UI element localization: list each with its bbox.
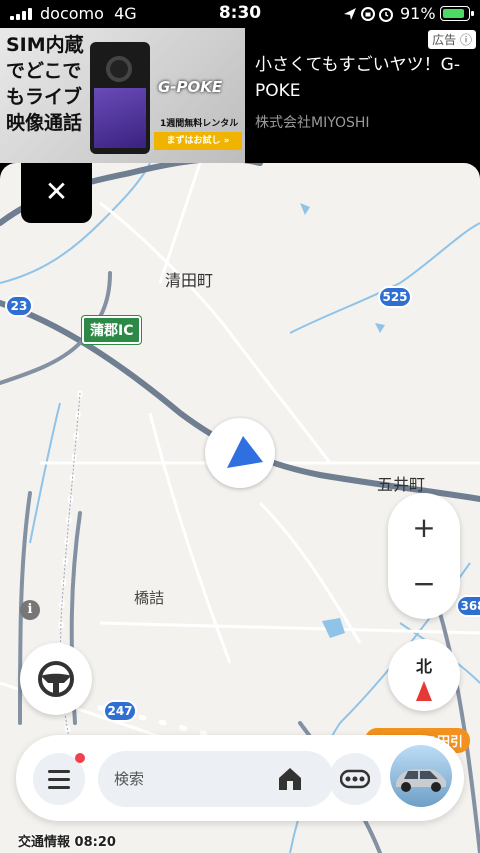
steering-wheel-icon	[38, 661, 74, 697]
route-shield-247: 247	[103, 700, 137, 722]
zoom-control: + −	[388, 493, 460, 619]
ad-title[interactable]: 小さくてもすごいヤツ！G-POKE	[255, 52, 470, 104]
route-shield-525: 525	[378, 286, 412, 308]
traffic-button[interactable]	[329, 753, 381, 805]
notification-dot	[75, 753, 85, 763]
compass-button[interactable]: 北	[388, 639, 460, 711]
zoom-in-button[interactable]: +	[388, 503, 460, 553]
ad-banner[interactable]: SIM内蔵でどこでもライブ映像通話 G-POKE 1週間無料レンタル まずはお試…	[0, 28, 480, 163]
status-bar: docomo 4G 8:30 91%	[0, 0, 480, 28]
menu-button[interactable]	[33, 753, 85, 805]
ad-image[interactable]: SIM内蔵でどこでもライブ映像通話 G-POKE 1週間無料レンタル まずはお試…	[0, 28, 245, 163]
map-label-goi: 五井町	[377, 475, 426, 494]
drive-mode-button[interactable]	[20, 643, 92, 715]
interchange-label: 蒲郡IC	[82, 316, 142, 344]
camera-device-image	[90, 42, 150, 154]
current-location-marker[interactable]	[205, 418, 275, 488]
navigation-arrow-icon	[227, 436, 263, 468]
bottom-bar: 検索	[16, 735, 464, 821]
home-icon[interactable]	[276, 765, 304, 793]
map-label-kiyota: 清田町	[165, 271, 214, 290]
battery-percent: 91%	[400, 4, 436, 23]
car-promo-image[interactable]	[390, 745, 452, 807]
ad-image-text: SIM内蔵でどこでもライブ映像通話	[6, 34, 84, 134]
car-icon	[396, 769, 446, 792]
ad-image-brand: G-POKE	[158, 78, 223, 96]
north-label: 北	[415, 657, 432, 676]
ad-image-rental: 1週間無料レンタル	[160, 119, 239, 129]
close-button[interactable]: ✕	[21, 163, 92, 223]
info-icon[interactable]: i	[20, 600, 40, 620]
location-arrow-icon	[344, 8, 356, 20]
search-input[interactable]: 検索	[98, 751, 334, 807]
ad-badge-label: 広告	[432, 33, 457, 47]
ad-advertiser: 株式会社MIYOSHI	[255, 115, 370, 131]
ad-badge[interactable]: 広告 ⓘ	[428, 30, 476, 49]
zoom-out-button[interactable]: −	[388, 559, 460, 609]
ad-cta-button[interactable]: まずはお試し »	[154, 132, 242, 150]
battery-charging-icon	[440, 6, 474, 21]
ad-text[interactable]: 小さくてもすごいヤツ！G-POKE 株式会社MIYOSHI	[255, 52, 470, 132]
status-icons	[344, 7, 393, 22]
map-label-hashizume: 橋詰	[134, 589, 165, 607]
traffic-info: 交通情報 08:20	[18, 835, 116, 850]
search-placeholder: 検索	[114, 770, 145, 788]
battery-fill	[443, 9, 464, 18]
hamburger-icon	[48, 770, 70, 789]
north-arrow-icon	[416, 681, 432, 701]
route-shield-23: 23	[5, 295, 33, 317]
road-icon	[340, 769, 370, 789]
